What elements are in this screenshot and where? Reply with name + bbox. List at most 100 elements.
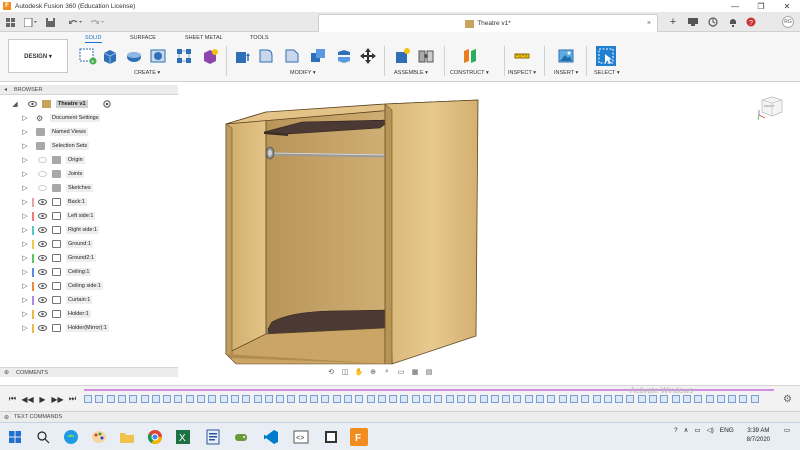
document-tab[interactable]: Theatre v1* × [318,14,658,32]
collapse-arrow-icon[interactable]: ◢ [12,100,18,108]
browser-node[interactable]: ▷ Ceiling:1 [0,266,178,278]
viewports-icon[interactable]: ▤ [422,367,436,377]
timeline-feature-icon[interactable] [547,395,556,403]
eye-icon[interactable] [38,283,47,289]
grid-settings-icon[interactable]: ▦ [408,367,422,377]
chamfer-icon[interactable] [282,46,302,66]
timeline-feature-icon[interactable] [626,395,635,403]
eye-icon[interactable] [38,311,47,317]
expand-comments-icon[interactable]: ⊕ [4,369,9,376]
eye-icon[interactable] [38,297,47,303]
extrude-icon[interactable] [100,46,120,66]
minimize-button[interactable]: — [722,0,748,12]
viewcube[interactable]: FRONT [756,92,784,121]
timeline-feature-icon[interactable] [750,395,759,403]
timeline-feature-icon[interactable] [569,395,578,403]
timeline-feature-icon[interactable] [502,395,511,403]
play-icon[interactable]: ▶ [35,394,50,404]
offset-plane-icon[interactable] [460,46,480,66]
timeline-feature-icon[interactable] [716,395,725,403]
timeline-feature-icon[interactable] [603,395,612,403]
timeline-feature-icon[interactable] [682,395,691,403]
chrome-icon[interactable] [146,428,164,446]
go-to-start-icon[interactable]: ⏮ [5,394,20,404]
timeline-feature-icon[interactable] [242,395,251,403]
step-forward-icon[interactable]: ▶▶ [50,394,65,404]
timeline-feature-icon[interactable] [660,395,669,403]
timeline-feature-icon[interactable] [332,395,341,403]
collapse-caret-icon[interactable]: ◂ [4,86,7,93]
hole-icon[interactable] [148,46,168,66]
expand-arrow-icon[interactable]: ▷ [22,240,28,248]
tab-tools[interactable]: TOOLS [250,35,269,41]
extensions-icon[interactable] [686,15,700,29]
timeline-feature-icon[interactable] [355,395,364,403]
workspace-switcher[interactable]: DESIGN ▾ [8,39,68,73]
browser-node[interactable]: ▷ Selection Sets [0,140,178,152]
timeline-feature-icon[interactable] [615,395,624,403]
expand-arrow-icon[interactable]: ▷ [22,254,28,262]
expand-arrow-icon[interactable]: ▷ [22,170,28,178]
browser-node[interactable]: ▷ Named Views [0,126,178,138]
tab-solid[interactable]: SOLID [85,35,102,43]
data-panel-icon[interactable] [4,15,18,29]
timeline-feature-icon[interactable] [490,395,499,403]
timeline-feature-icon[interactable] [423,395,431,403]
fit-icon[interactable]: ⌕ [380,367,394,377]
browser-node[interactable]: ▷ Sketches [0,182,178,194]
network-icon[interactable]: ▭ [694,426,700,434]
help-tray-icon[interactable]: ? [674,427,678,434]
timeline-feature-icon[interactable] [411,395,420,403]
file-explorer-icon[interactable] [118,428,136,446]
timeline-feature-icon[interactable] [343,395,352,403]
file-menu-icon[interactable] [22,15,40,29]
timeline-feature-icon[interactable] [287,395,296,403]
select-icon[interactable] [596,46,616,66]
create-form-icon[interactable] [200,46,220,66]
inspect-group-label[interactable]: INSPECT ▾ [508,70,536,76]
eye-icon[interactable] [38,255,47,261]
timeline-feature-icon[interactable] [637,395,646,403]
edge-browser-icon[interactable] [62,428,80,446]
language-indicator[interactable]: ENG [720,427,734,434]
joint-icon[interactable] [416,46,436,66]
pan-icon[interactable]: ✋ [352,367,366,377]
expand-arrow-icon[interactable]: ▷ [22,324,28,332]
timeline-feature-icon[interactable] [174,395,183,403]
eye-icon[interactable] [38,157,47,163]
browser-node[interactable]: ▷ Holder:1 [0,308,178,320]
zoom-icon[interactable]: ⊕ [366,367,380,377]
timeline-settings-icon[interactable]: ⚙ [783,394,792,405]
eye-icon[interactable] [38,227,47,233]
combine-icon[interactable] [308,46,328,66]
timeline-feature-icon[interactable] [163,395,172,403]
browser-node[interactable]: ▷ Ground2:1 [0,252,178,264]
eye-icon[interactable] [38,241,47,247]
eye-icon[interactable] [38,325,47,331]
job-status-icon[interactable] [706,15,720,29]
expand-arrow-icon[interactable]: ▷ [22,184,28,192]
timeline-feature-icon[interactable] [456,395,465,403]
browser-node[interactable]: ▷ Left side:1 [0,210,178,222]
word-icon[interactable] [204,428,222,446]
step-back-icon[interactable]: ◀◀ [20,394,35,404]
press-pull-icon[interactable] [232,46,252,66]
timeline-feature-icon[interactable] [219,395,228,403]
system-clock[interactable]: 3:39 AM 8/7/2020 [747,427,770,445]
browser-node[interactable]: ▷ Curtain:1 [0,294,178,306]
look-at-icon[interactable]: ◫ [338,367,352,377]
create-sketch-icon[interactable]: + [78,46,98,66]
display-settings-icon[interactable]: ▭ [394,367,408,377]
create-group-label[interactable]: CREATE ▾ [134,70,160,76]
browser-node[interactable]: ▷ Right side:1 [0,224,178,236]
comments-panel[interactable]: ⊕ COMMENTS [0,367,178,377]
timeline-feature-icon[interactable] [151,395,160,403]
text-commands-bar[interactable]: ⊕ TEXT COMMANDS [0,411,800,422]
timeline-feature-icon[interactable] [276,395,285,403]
timeline-feature-icon[interactable] [140,395,149,403]
windows-start-icon[interactable] [6,428,24,446]
expand-arrow-icon[interactable]: ▷ [22,156,28,164]
activate-radio-icon[interactable] [102,100,111,108]
tab-surface[interactable]: SURFACE [130,35,156,41]
games-icon[interactable] [232,428,250,446]
